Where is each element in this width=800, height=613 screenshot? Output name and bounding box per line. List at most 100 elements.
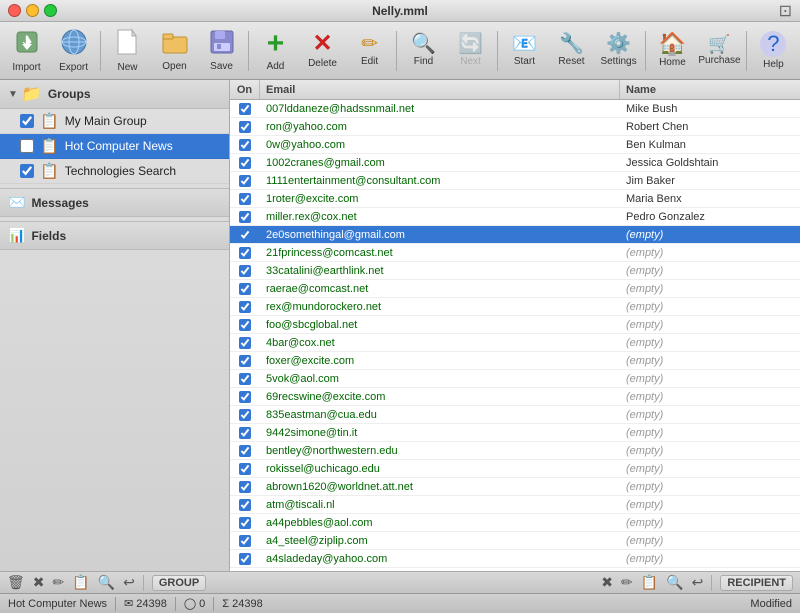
start-button[interactable]: 📧 Start	[502, 25, 547, 77]
row-checkbox-6[interactable]	[239, 211, 251, 223]
table-row[interactable]: miller.rex@cox.net Pedro Gonzalez	[230, 208, 800, 226]
sidebar-item-my-main-group[interactable]: 📋 My Main Group	[0, 109, 229, 134]
content-area: On Email Name 007lddaneze@hadssnmail.net…	[230, 80, 800, 571]
table-row[interactable]: 1111entertainment@consultant.com Jim Bak…	[230, 172, 800, 190]
row-checkbox-10[interactable]	[239, 283, 251, 295]
table-row[interactable]: raerae@comcast.net (empty)	[230, 280, 800, 298]
bt-edit2-icon[interactable]: ✏	[618, 573, 636, 592]
table-row[interactable]: 1roter@excite.com Maria Benx	[230, 190, 800, 208]
bt-delete-icon[interactable]: 🗑	[4, 573, 28, 592]
cell-on-3	[230, 157, 260, 169]
new-button[interactable]: New	[105, 25, 150, 77]
table-row[interactable]: a4_steel@ziplip.com (empty)	[230, 532, 800, 550]
row-checkbox-1[interactable]	[239, 121, 251, 133]
row-checkbox-11[interactable]	[239, 301, 251, 313]
row-checkbox-15[interactable]	[239, 373, 251, 385]
bt-search-icon[interactable]: 🔍	[95, 573, 118, 592]
edit-button[interactable]: ✏ Edit	[347, 25, 392, 77]
bt-undo-icon[interactable]: ↩	[120, 573, 138, 592]
export-button[interactable]: Export	[51, 25, 96, 77]
status-count1: ✉ 24398	[124, 597, 167, 610]
sidebar-item-technologies-search[interactable]: 📋 Technologies Search	[0, 159, 229, 184]
table-row[interactable]: rokissel@uchicago.edu (empty)	[230, 460, 800, 478]
row-checkbox-2[interactable]	[239, 139, 251, 151]
bt-search2-icon[interactable]: 🔍	[663, 573, 686, 592]
row-checkbox-0[interactable]	[239, 103, 251, 115]
settings-button[interactable]: ⚙️ Settings	[596, 25, 641, 77]
cell-email-19: bentley@northwestern.edu	[260, 445, 620, 457]
row-checkbox-22[interactable]	[239, 499, 251, 511]
table-row[interactable]: a44pebbles@aol.com (empty)	[230, 514, 800, 532]
cell-email-24: a4_steel@ziplip.com	[260, 535, 620, 547]
add-button[interactable]: + Add	[253, 25, 298, 77]
table-row[interactable]: 5vok@aol.com (empty)	[230, 370, 800, 388]
find-button[interactable]: 🔍 Find	[401, 25, 446, 77]
table-row[interactable]: bentley@northwestern.edu (empty)	[230, 442, 800, 460]
status-count2-value: 0	[199, 598, 205, 610]
table-row[interactable]: 0w@yahoo.com Ben Kulman	[230, 136, 800, 154]
table-row[interactable]: rex@mundorockero.net (empty)	[230, 298, 800, 316]
bt-copy2-icon[interactable]: 📋	[638, 573, 661, 592]
row-checkbox-9[interactable]	[239, 265, 251, 277]
row-checkbox-4[interactable]	[239, 175, 251, 187]
table-row[interactable]: foo@sbcglobal.net (empty)	[230, 316, 800, 334]
table-row[interactable]: 4bar@cox.net (empty)	[230, 334, 800, 352]
row-checkbox-23[interactable]	[239, 517, 251, 529]
home-button[interactable]: 🏠 Home	[650, 25, 695, 77]
bt-remove-icon[interactable]: ✖	[30, 573, 48, 592]
open-button[interactable]: Open	[152, 25, 197, 77]
row-checkbox-20[interactable]	[239, 463, 251, 475]
next-button[interactable]: 🔄 Next	[448, 25, 493, 77]
main-toolbar: Import Export New	[0, 22, 800, 80]
cell-email-22: atm@tiscali.nl	[260, 499, 620, 511]
table-row[interactable]: 33catalini@earthlink.net (empty)	[230, 262, 800, 280]
close-button[interactable]	[8, 4, 21, 17]
table-row[interactable]: a4sladeday@yahoo.com (empty)	[230, 550, 800, 568]
table-row[interactable]: 69recswine@excite.com (empty)	[230, 388, 800, 406]
row-checkbox-8[interactable]	[239, 247, 251, 259]
table-row[interactable]: 1002cranes@gmail.com Jessica Goldshtain	[230, 154, 800, 172]
sidebar-item-hot-computer-news[interactable]: 📋 Hot Computer News	[0, 134, 229, 159]
table-row[interactable]: ron@yahoo.com Robert Chen	[230, 118, 800, 136]
row-checkbox-5[interactable]	[239, 193, 251, 205]
bt-remove2-icon[interactable]: ✖	[598, 573, 616, 592]
delete-button[interactable]: ✕ Delete	[300, 25, 345, 77]
bt-undo2-icon[interactable]: ↩	[689, 573, 707, 592]
row-checkbox-16[interactable]	[239, 391, 251, 403]
table-row[interactable]: abrown1620@worldnet.att.net (empty)	[230, 478, 800, 496]
row-checkbox-24[interactable]	[239, 535, 251, 547]
row-checkbox-12[interactable]	[239, 319, 251, 331]
table-row[interactable]: 9442simone@tin.it (empty)	[230, 424, 800, 442]
row-checkbox-7[interactable]	[239, 229, 251, 241]
row-checkbox-3[interactable]	[239, 157, 251, 169]
row-checkbox-25[interactable]	[239, 553, 251, 565]
fields-section[interactable]: 📊 Fields	[0, 221, 229, 250]
minimize-button[interactable]	[26, 4, 39, 17]
help-button[interactable]: ? Help	[751, 25, 796, 77]
my-main-group-checkbox[interactable]	[20, 114, 34, 128]
maximize-button[interactable]	[44, 4, 57, 17]
table-row[interactable]: 835eastman@cua.edu (empty)	[230, 406, 800, 424]
row-checkbox-18[interactable]	[239, 427, 251, 439]
cell-name-1: Robert Chen	[620, 121, 800, 133]
technologies-search-checkbox[interactable]	[20, 164, 34, 178]
save-button[interactable]: Save	[199, 25, 244, 77]
import-button[interactable]: Import	[4, 25, 49, 77]
bt-copy-icon[interactable]: 📋	[69, 573, 92, 592]
table-row[interactable]: 2e0somethingal@gmail.com (empty)	[230, 226, 800, 244]
row-checkbox-21[interactable]	[239, 481, 251, 493]
row-checkbox-13[interactable]	[239, 337, 251, 349]
table-row[interactable]: foxer@excite.com (empty)	[230, 352, 800, 370]
bt-edit-icon[interactable]: ✏	[50, 573, 68, 592]
table-row[interactable]: 21fprincess@comcast.net (empty)	[230, 244, 800, 262]
table-row[interactable]: 007lddaneze@hadssnmail.net Mike Bush	[230, 100, 800, 118]
purchase-button[interactable]: 🛒 Purchase	[697, 25, 742, 77]
messages-label: Messages	[31, 196, 88, 210]
row-checkbox-14[interactable]	[239, 355, 251, 367]
row-checkbox-17[interactable]	[239, 409, 251, 421]
table-row[interactable]: atm@tiscali.nl (empty)	[230, 496, 800, 514]
messages-section[interactable]: ✉️ Messages	[0, 188, 229, 217]
hot-computer-news-checkbox[interactable]	[20, 139, 34, 153]
row-checkbox-19[interactable]	[239, 445, 251, 457]
reset-button[interactable]: 🔧 Reset	[549, 25, 594, 77]
